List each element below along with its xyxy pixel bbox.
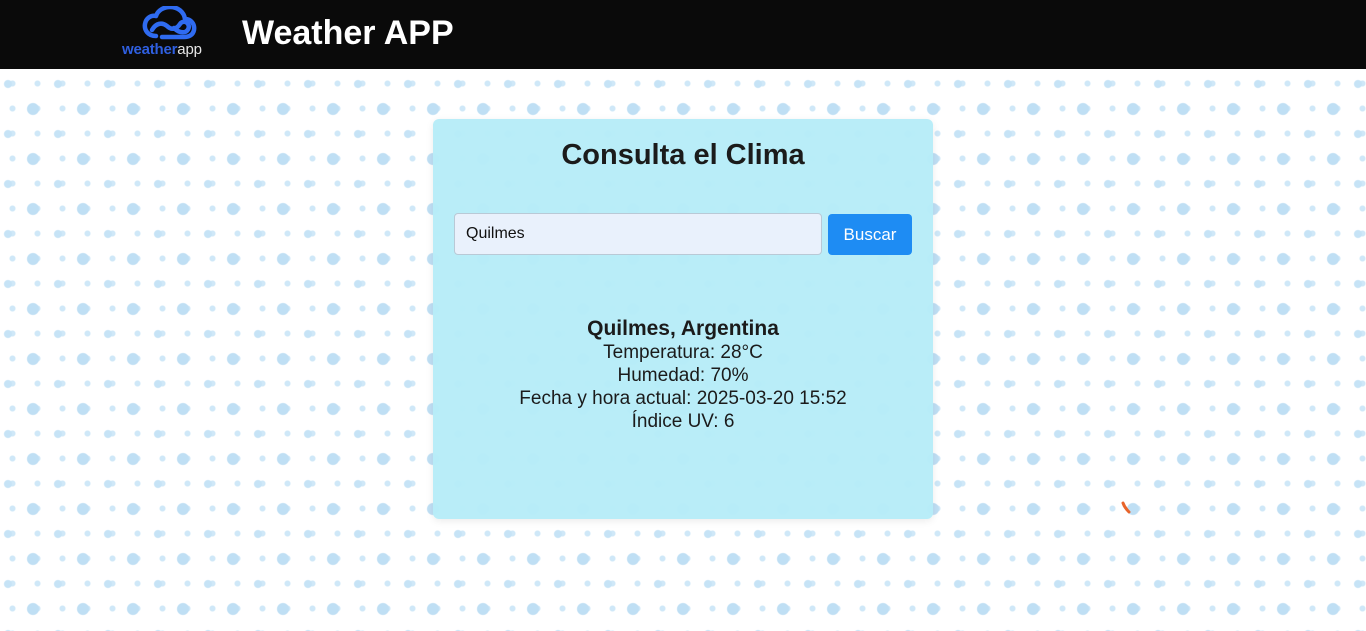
result-uv-index: Índice UV: 6 <box>631 411 735 432</box>
cloud-logo-icon <box>142 6 197 40</box>
result-humidity: Humedad: 70% <box>617 365 749 386</box>
city-search-input[interactable] <box>454 213 822 255</box>
logo-word-app: app <box>177 41 202 58</box>
loading-spinner-icon <box>1121 501 1131 514</box>
logo-wordmark: weatherapp <box>122 41 202 58</box>
card-title: Consulta el Clima <box>561 139 805 171</box>
app-title: Weather APP <box>242 14 454 52</box>
search-button[interactable]: Buscar <box>828 214 912 255</box>
weather-card: Consulta el Clima Buscar Quilmes, Argent… <box>433 119 933 519</box>
result-datetime: Fecha y hora actual: 2025-03-20 15:52 <box>519 388 847 409</box>
app-logo[interactable]: weatherapp <box>118 4 218 62</box>
result-location: Quilmes, Argentina <box>587 317 779 340</box>
weather-result: Quilmes, Argentina Temperatura: 28°C Hum… <box>433 317 933 433</box>
result-temperature: Temperatura: 28°C <box>603 342 763 363</box>
top-header: weatherapp Weather APP <box>0 0 1366 69</box>
logo-word-weather: weather <box>122 41 178 58</box>
